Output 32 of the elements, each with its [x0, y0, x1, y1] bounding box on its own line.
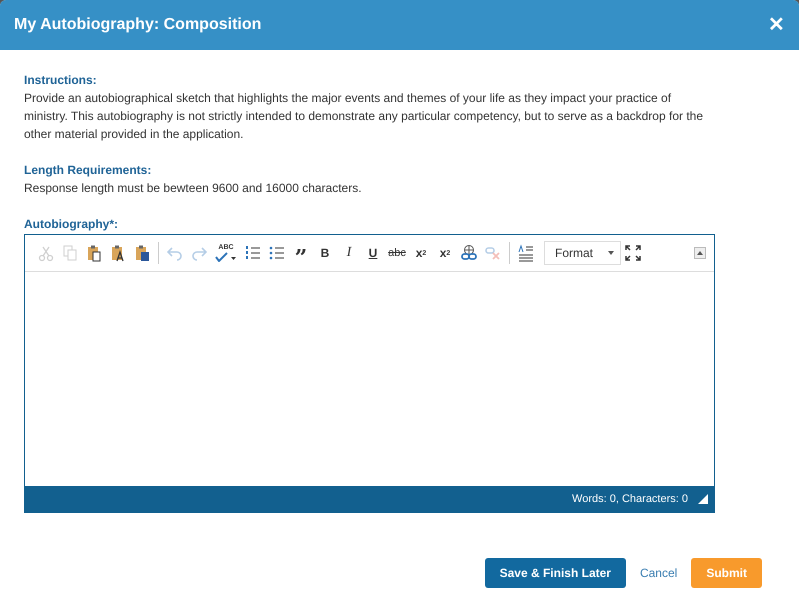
checkmark-icon	[215, 252, 237, 262]
globe-link-icon	[460, 244, 478, 262]
format-button[interactable]: x$^{2}$	[433, 241, 457, 265]
format-button[interactable]: U	[361, 241, 385, 265]
section-text: Response length must be bewteen 9600 and 16000 characters.	[24, 180, 363, 197]
format-button[interactable]: B	[313, 241, 337, 265]
resize-handle-icon[interactable]	[698, 494, 708, 504]
collapse-toolbar-button[interactable]	[694, 247, 706, 259]
action-button[interactable]: Save & Finish Later	[484, 558, 626, 588]
dialog-title: My Autobiography: Composition	[14, 16, 262, 34]
field-label: Autobiography*:	[24, 216, 119, 233]
scissors-icon	[37, 244, 55, 262]
word-count: Words: 0, Characters: 0	[572, 493, 688, 505]
close-button[interactable]: ✕	[766, 15, 787, 35]
bullet-list-icon	[268, 244, 286, 262]
section-text: Provide an autobiographical sketch that highlights the major events and themes of your life as they impact your practice of ministry. This autobiography is not strictly intended to demonstrate any particular competency, but to serve as a backdrop for the other material provided in the application.	[24, 90, 704, 143]
section-heading: Length Requirements:	[24, 162, 152, 179]
caret-icon	[608, 251, 614, 255]
clipboard-icon	[133, 244, 151, 262]
paragraph-format-icon	[517, 244, 535, 262]
format-button[interactable]: abc	[385, 241, 409, 265]
numbered-list-icon	[244, 244, 262, 262]
format-dropdown[interactable]: Format	[544, 241, 621, 265]
caret-icon	[697, 251, 703, 255]
clipboard-icon	[85, 244, 103, 262]
unlink-icon	[484, 244, 502, 262]
blockquote-button[interactable]: ”	[289, 241, 313, 265]
maximize-icon	[624, 244, 642, 262]
format-button[interactable]: I	[337, 241, 361, 265]
section-heading: Instructions:	[24, 72, 98, 89]
copy-icon	[61, 244, 79, 262]
cancel-link[interactable]: Cancel	[638, 558, 680, 588]
